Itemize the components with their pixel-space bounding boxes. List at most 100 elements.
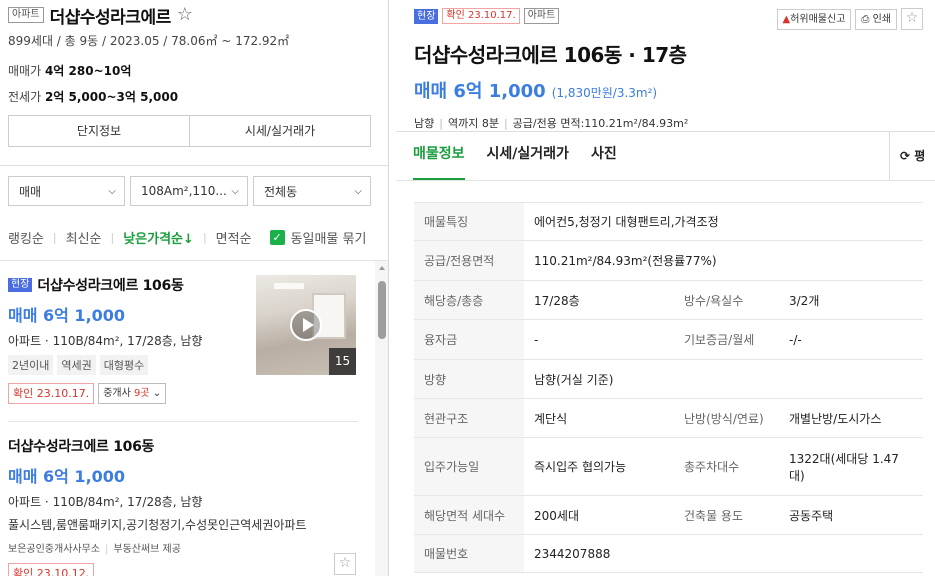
favorite-star-icon[interactable]: ☆ bbox=[901, 8, 923, 30]
confirm-date-badge: 확인 23.10.17. bbox=[8, 383, 95, 404]
unit-toggle-button[interactable]: ⟳ 평 bbox=[889, 132, 935, 180]
building-value: 전체동 bbox=[264, 184, 298, 199]
favorite-star-icon[interactable]: ☆ bbox=[177, 6, 193, 24]
table-key: 융자금 bbox=[414, 319, 524, 360]
sort-area[interactable]: 면적순 bbox=[216, 228, 252, 247]
table-key: 매물번호 bbox=[414, 534, 524, 573]
table-row: 방향 남향(거실 기준) bbox=[414, 359, 923, 399]
direction: 남향 bbox=[414, 117, 435, 130]
print-button[interactable]: ⎙ 인쇄 bbox=[855, 8, 897, 30]
unit-toggle-label: 평 bbox=[914, 149, 926, 163]
print-label: 인쇄 bbox=[872, 13, 891, 25]
table-value: 2344207888 bbox=[524, 534, 923, 573]
agents-count: 9곳 bbox=[134, 388, 150, 399]
group-same-listings-label: 동일매물 묶기 bbox=[290, 231, 367, 247]
scrollbar[interactable] bbox=[375, 261, 388, 576]
detail-meta: 남향 | 역까지 8분 | 공급/전용 면적:110.21m²/84.93m² bbox=[414, 115, 688, 131]
table-row: 해당면적 세대수 200세대 건축물 용도 공동주택 bbox=[414, 495, 923, 535]
tag: 대형평수 bbox=[99, 355, 149, 375]
chevron-down-icon: ⌵ bbox=[108, 185, 116, 197]
chevron-down-icon: ⌵ bbox=[354, 185, 362, 197]
listing-title: 더샵수성라크에르 106동 bbox=[37, 278, 184, 294]
agents-dropdown-button[interactable]: 중개사 9곳 ⌄ bbox=[98, 383, 167, 404]
listing-list: 현장 더샵수성라크에르 106동 매매 6억 1,000 아파트 · 110B/… bbox=[0, 261, 388, 576]
play-icon[interactable] bbox=[290, 309, 322, 341]
listing-photo[interactable]: 15 bbox=[256, 275, 356, 375]
building-select[interactable]: 전체동 ⌵ bbox=[253, 176, 371, 206]
table-key: 난방(방식/연료) bbox=[674, 398, 779, 438]
table-key: 총주차대수 bbox=[674, 437, 779, 496]
filter-bar: 매매 ⌵ 108Am²,110... ⌵ 전체동 ⌵ bbox=[8, 176, 371, 206]
sort-separator: | bbox=[110, 230, 115, 244]
detail-price: 매매 6억 1,000 bbox=[414, 81, 546, 102]
table-value: 200세대 bbox=[524, 495, 674, 535]
table-row: 해당층/총층 17/28층 방수/욕실수 3/2개 bbox=[414, 280, 923, 320]
tab-photos[interactable]: 사진 bbox=[591, 132, 617, 180]
agents-label: 중개사 bbox=[103, 388, 131, 399]
provider: 부동산써브 제공 bbox=[113, 544, 181, 555]
sort-bar: 랭킹순 | 최신순 | 낮은가격순↓ | 면적순 ✓ 동일매물 묶기 bbox=[8, 227, 378, 247]
table-key: 해당층/총층 bbox=[414, 280, 524, 320]
favorite-star-icon[interactable]: ☆ bbox=[334, 553, 356, 575]
table-key: 입주가능일 bbox=[414, 437, 524, 496]
area-select[interactable]: 108Am²,110... ⌵ bbox=[130, 176, 248, 206]
table-row: 입주가능일 즉시입주 협의가능 총주차대수 1322대(세대당 1.47대) bbox=[414, 437, 923, 496]
sort-lowest-price[interactable]: 낮은가격순↓ bbox=[123, 228, 194, 247]
sort-latest[interactable]: 최신순 bbox=[66, 228, 102, 247]
table-key: 공급/전용면적 bbox=[414, 240, 524, 281]
table-value: 3/2개 bbox=[779, 280, 923, 320]
listing-title: 더샵수성라크에르 106동 bbox=[8, 439, 155, 455]
table-key: 방수/욕실수 bbox=[674, 280, 779, 320]
table-value: -/- bbox=[779, 319, 923, 360]
detail-header: 현장 확인 23.10.17. 아파트 더샵수성라크에르 106동 · 17층 … bbox=[414, 8, 688, 131]
divider bbox=[0, 165, 388, 166]
table-value: 남향(거실 기준) bbox=[524, 359, 923, 399]
sort-separator: | bbox=[52, 230, 57, 244]
table-value: 계단식 bbox=[524, 398, 674, 438]
table-row: 융자금 - 기보증금/월세 -/- bbox=[414, 319, 923, 360]
trade-type-select[interactable]: 매매 ⌵ bbox=[8, 176, 125, 206]
tag: 역세권 bbox=[57, 355, 96, 375]
site-verified-badge: 현장 bbox=[414, 8, 439, 24]
area-info: 공급/전용 면적:110.21m²/84.93m² bbox=[512, 117, 689, 130]
trade-type-value: 매매 bbox=[19, 184, 42, 199]
sort-ranking[interactable]: 랭킹순 bbox=[8, 228, 44, 247]
chevron-down-icon: ⌵ bbox=[231, 185, 239, 197]
tab-price-history[interactable]: 시세/실거래가 bbox=[189, 116, 370, 146]
tab-complex-info[interactable]: 단지정보 bbox=[9, 116, 189, 146]
arrow-down-icon: ↓ bbox=[183, 231, 194, 247]
unit-price: (1,830만원/3.3m²) bbox=[551, 86, 658, 100]
table-value: 공동주택 bbox=[779, 495, 923, 535]
divider bbox=[8, 421, 358, 422]
listing-spec: 아파트 · 110B/84m², 17/28층, 남향 bbox=[8, 495, 203, 509]
table-key: 매물특징 bbox=[414, 202, 524, 241]
table-value: 개별난방/도시가스 bbox=[779, 398, 923, 438]
complex-header: 아파트 더샵수성라크에르 ☆ 899세대 / 총 9동 / 2023.05 / … bbox=[8, 5, 380, 105]
report-false-listing-button[interactable]: ▲허위매물신고 bbox=[776, 8, 852, 30]
table-value: 1322대(세대당 1.47대) bbox=[779, 437, 923, 496]
table-value: 에어컨5,청정기 대형팬트리,가격조정 bbox=[524, 202, 923, 241]
ceiling-light bbox=[274, 283, 304, 289]
table-value: 17/28층 bbox=[524, 280, 674, 320]
scrollbar-thumb[interactable] bbox=[378, 281, 386, 339]
sale-price-value: 4억 280~10억 bbox=[44, 64, 132, 78]
check-icon: ✓ bbox=[269, 229, 285, 245]
table-row: 공급/전용면적 110.21m²/84.93m²(전용률77%) bbox=[414, 240, 923, 281]
table-row: 매물번호 2344207888 bbox=[414, 534, 923, 573]
table-value: - bbox=[524, 319, 674, 360]
separator: | bbox=[439, 117, 443, 130]
list-item[interactable]: 더샵수성라크에르 106동 매매 6억 1,000 아파트 · 110B/84m… bbox=[8, 436, 358, 576]
print-icon: ⎙ bbox=[861, 13, 870, 25]
tab-listing-info[interactable]: 매물정보 bbox=[413, 132, 465, 180]
complex-title[interactable]: 더샵수성라크에르 bbox=[50, 3, 172, 28]
scroll-up-arrow-icon[interactable] bbox=[379, 266, 385, 270]
tab-price-history[interactable]: 시세/실거래가 bbox=[487, 132, 569, 180]
separator: | bbox=[105, 544, 109, 555]
refresh-icon: ⟳ bbox=[900, 149, 911, 163]
table-key: 기보증금/월세 bbox=[674, 319, 779, 360]
jeonse-price-label: 전세가 bbox=[8, 90, 42, 104]
divider bbox=[396, 180, 935, 181]
listing-info-table: 매물특징 에어컨5,청정기 대형팬트리,가격조정 공급/전용면적 110.21m… bbox=[414, 202, 923, 573]
listing-agent: 보은공인중개사사무소 | 부동산써브 제공 bbox=[8, 540, 358, 555]
group-same-listings-checkbox[interactable]: ✓ 동일매물 묶기 bbox=[269, 228, 367, 247]
